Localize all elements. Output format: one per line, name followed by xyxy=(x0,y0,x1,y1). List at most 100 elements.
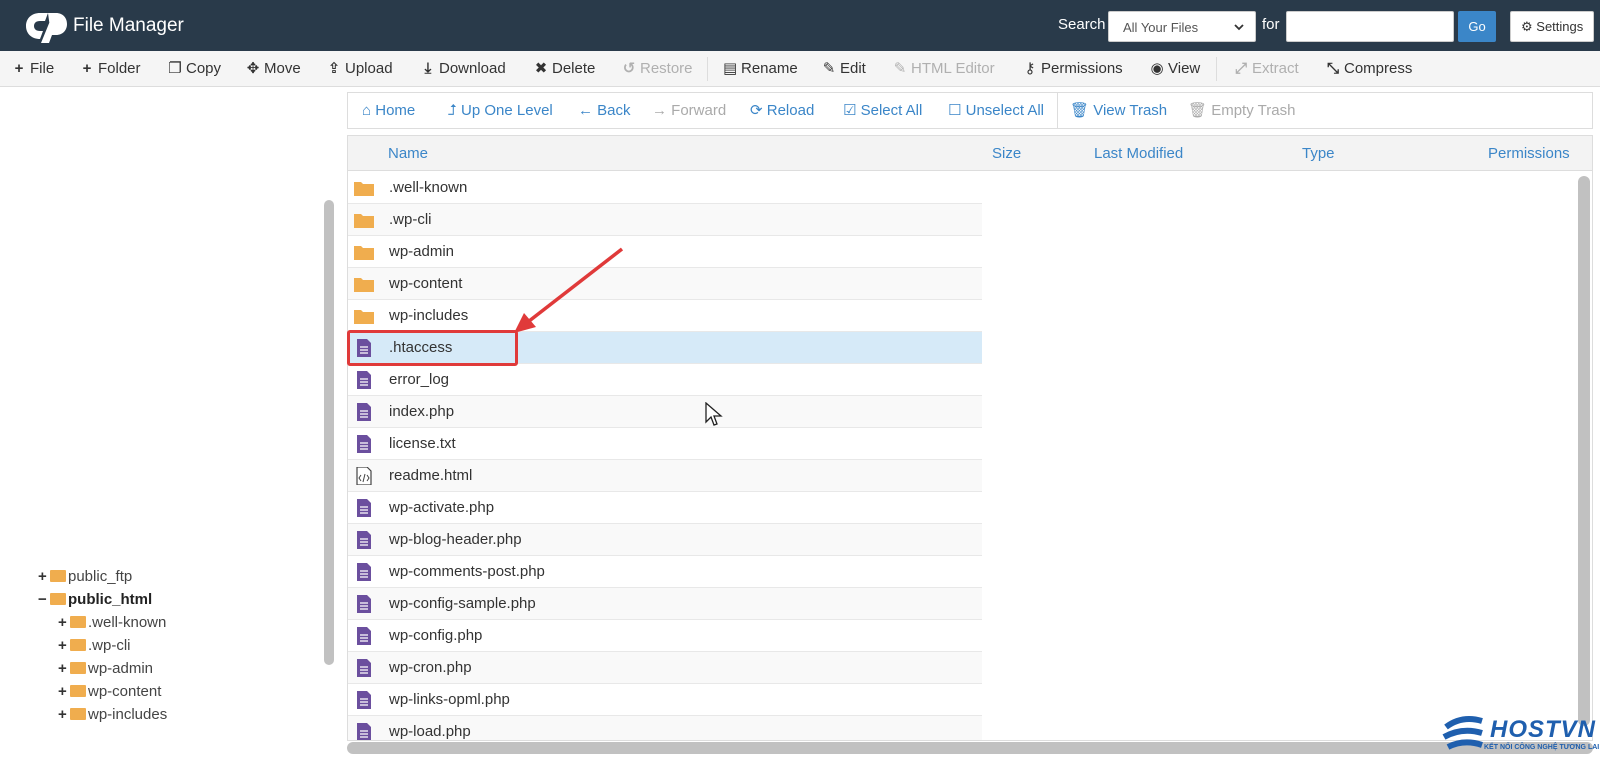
column-header-permissions[interactable]: Permissions xyxy=(1488,136,1570,171)
expand-icon[interactable]: + xyxy=(58,659,70,679)
tree-item-label: wp-admin xyxy=(88,660,154,677)
reload-button[interactable]: ⟳ Reload xyxy=(750,93,814,128)
table-row[interactable]: license.txt xyxy=(348,428,982,460)
table-row[interactable]: wp-links-opml.php xyxy=(348,684,982,716)
tree-item-public-ftp[interactable]: + public_ftp xyxy=(38,567,132,587)
view-button[interactable]: ◉ View xyxy=(1150,51,1200,87)
table-row[interactable]: .well-known xyxy=(348,172,982,204)
expand-icon[interactable]: + xyxy=(58,636,70,656)
select-all-button[interactable]: ☑ Select All xyxy=(843,93,922,128)
arrow-right-icon: → xyxy=(652,102,667,119)
expand-icon[interactable]: + xyxy=(38,567,50,587)
table-row[interactable]: .wp-cli xyxy=(348,204,982,236)
table-row[interactable]: error_log xyxy=(348,364,982,396)
move-button[interactable]: ✥ Move xyxy=(246,51,301,87)
upload-label: Upload xyxy=(345,60,393,77)
new-file-button[interactable]: + File xyxy=(12,51,55,87)
file-text-icon xyxy=(357,659,371,677)
file-name: wp-blog-header.php xyxy=(389,531,522,548)
compress-button[interactable]: ⤡ Compress xyxy=(1326,51,1412,87)
file-name: wp-comments-post.php xyxy=(389,563,545,580)
expand-icon[interactable]: + xyxy=(58,613,70,633)
up-one-level-button[interactable]: ⮥ Up One Level xyxy=(448,93,553,128)
app-title: File Manager xyxy=(73,15,184,36)
empty-trash-button[interactable]: 🗑 Empty Trash xyxy=(1188,93,1295,128)
file-name: error_log xyxy=(389,371,450,388)
table-row[interactable]: wp-activate.php xyxy=(348,492,982,524)
home-label: Home xyxy=(375,102,416,119)
table-row[interactable]: wp-content xyxy=(348,268,982,300)
folder-icon xyxy=(50,570,66,582)
permissions-button[interactable]: ⚷ Permissions xyxy=(1023,51,1123,87)
new-folder-button[interactable]: + Folder xyxy=(80,51,141,87)
checkbox-empty-icon: ☐ xyxy=(948,102,962,119)
unselect-all-button[interactable]: ☐ Unselect All xyxy=(948,93,1044,128)
delete-button[interactable]: ✖ Delete xyxy=(534,51,596,87)
plus-icon: + xyxy=(82,60,92,77)
tree-scrollbar[interactable] xyxy=(324,200,334,665)
file-text-icon xyxy=(357,371,371,389)
tree-item-well-known[interactable]: + .well-known xyxy=(58,613,166,633)
copy-icon: ❐ xyxy=(168,60,182,77)
copy-button[interactable]: ❐ Copy xyxy=(168,51,221,87)
restore-button[interactable]: ↺ Restore xyxy=(622,51,693,87)
rename-button[interactable]: ▤ Rename xyxy=(723,51,798,87)
table-row[interactable]: wp-cron.php xyxy=(348,652,982,684)
directory-tree-pane xyxy=(0,88,345,761)
expand-icon: ⤢ xyxy=(1234,60,1247,77)
new-file-label: File xyxy=(30,60,55,77)
folder-icon xyxy=(70,616,86,628)
forward-button[interactable]: → Forward xyxy=(652,93,726,128)
expand-icon[interactable]: + xyxy=(58,682,70,702)
table-row[interactable]: index.php xyxy=(348,396,982,428)
home-button[interactable]: ⌂ Home xyxy=(362,93,415,128)
tree-item-wp-cli[interactable]: + .wp-cli xyxy=(58,636,131,656)
settings-label: Settings xyxy=(1536,19,1584,34)
tree-item-wp-content[interactable]: + wp-content xyxy=(58,682,161,702)
table-vertical-scrollbar[interactable] xyxy=(1578,176,1590,726)
file-text-icon xyxy=(357,435,371,453)
tree-item-wp-includes[interactable]: + wp-includes xyxy=(58,705,167,725)
upload-button[interactable]: ⇪ Upload xyxy=(327,51,393,87)
table-row[interactable]: readme.html xyxy=(348,460,982,492)
table-row[interactable]: wp-config-sample.php xyxy=(348,588,982,620)
settings-button[interactable]: ⚙ Settings xyxy=(1510,11,1594,42)
column-header-name[interactable]: Name xyxy=(388,136,428,171)
tree-item-wp-admin[interactable]: + wp-admin xyxy=(58,659,153,679)
folder-icon xyxy=(354,278,374,292)
file-name: wp-load.php xyxy=(389,723,471,740)
tree-item-public-html[interactable]: − public_html xyxy=(38,590,152,610)
table-row[interactable]: wp-blog-header.php xyxy=(348,524,982,556)
gear-icon: ⚙ xyxy=(1521,19,1533,34)
edit-button[interactable]: ✎ Edit xyxy=(822,51,866,87)
file-name: .well-known xyxy=(389,179,468,196)
search-input[interactable] xyxy=(1286,11,1454,42)
chevron-down-icon xyxy=(1234,24,1244,31)
navigation-bar: ⌂ Home ⮥ Up One Level ← Back → Forward ⟳… xyxy=(347,92,1593,129)
search-scope-select[interactable]: All Your Files xyxy=(1108,11,1256,42)
view-trash-button[interactable]: 🗑 View Trash xyxy=(1070,93,1167,128)
column-header-last-modified[interactable]: Last Modified xyxy=(1094,136,1183,171)
move-icon: ✥ xyxy=(246,60,260,77)
column-header-size[interactable]: Size xyxy=(992,136,1021,171)
top-header: File Manager Search All Your Files for G… xyxy=(0,0,1600,51)
go-button[interactable]: Go xyxy=(1458,11,1496,42)
tree-item-label: wp-includes xyxy=(88,706,168,723)
download-button[interactable]: ⤓ Download xyxy=(421,51,506,87)
table-row[interactable]: wp-admin xyxy=(348,236,982,268)
table-row[interactable]: wp-load.php xyxy=(348,716,982,740)
extract-button[interactable]: ⤢ Extract xyxy=(1234,51,1299,87)
table-row[interactable]: wp-config.php xyxy=(348,620,982,652)
table-row[interactable]: wp-includes xyxy=(348,300,982,332)
table-row[interactable]: wp-comments-post.php xyxy=(348,556,982,588)
html-editor-button[interactable]: ✎ HTML Editor xyxy=(893,51,995,87)
back-button[interactable]: ← Back xyxy=(578,93,631,128)
folder-open-icon xyxy=(50,593,66,605)
folder-icon xyxy=(354,214,374,228)
table-horizontal-scrollbar[interactable] xyxy=(347,742,1593,754)
column-header-type[interactable]: Type xyxy=(1302,136,1335,171)
expand-icon[interactable]: + xyxy=(58,705,70,725)
collapse-icon[interactable]: − xyxy=(38,590,50,610)
refresh-icon: ⟳ xyxy=(750,102,763,119)
table-header: Name Size Last Modified Type Permissions xyxy=(348,136,1592,171)
